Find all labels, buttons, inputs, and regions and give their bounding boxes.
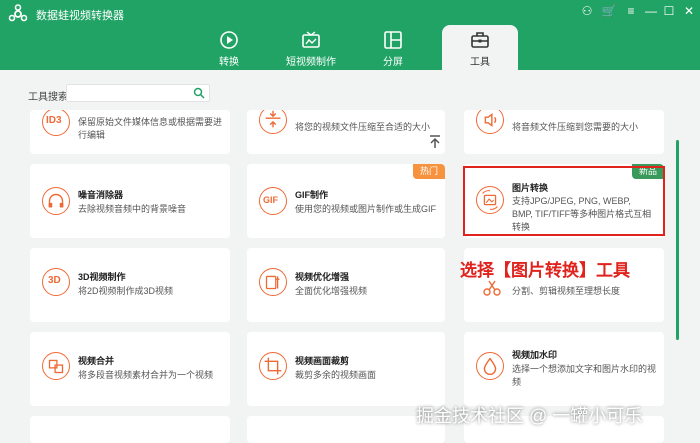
tool-card-denoise[interactable]: 噪音消除器 去除视频音频中的背景噪音 [30,164,230,238]
droplet-icon [476,352,504,380]
tab-toolbox[interactable]: 工具 [442,25,518,70]
tab-split-screen[interactable]: 分屏 [355,25,431,70]
card-desc: 全面优化增强视频 [295,286,368,296]
tab-short-video[interactable]: 短视频制作 [273,25,349,70]
card-desc: 将2D视频制作成3D视频 [78,286,174,296]
card-desc: 去除视频音频中的背景噪音 [78,204,187,214]
card-desc: 裁剪多余的视频画面 [295,370,377,380]
tool-card-gif[interactable]: 热门 GIF GIF制作 使用您的视频或图片制作或生成GIF [247,164,445,238]
close-icon[interactable]: ✕ [680,3,698,19]
search-box[interactable] [66,84,210,104]
search-icon[interactable] [193,87,205,99]
card-title: 视频画面裁剪 [295,356,350,366]
card-desc: 选择一个想添加文字和图片水印的视频 [512,364,657,387]
card-desc: 支持JPG/JPEG, PNG, WEBP, BMP, TIF/TIFF等多种图… [512,196,652,232]
card-desc: 将音频文件压缩到您需要的大小 [512,122,639,132]
scissors-icon [483,280,501,296]
image-convert-icon [476,186,504,214]
id3-icon: ID3 [42,110,70,136]
annotation-text: 选择【图片转换】工具 [460,261,630,280]
tool-card-merge[interactable]: 视频合并 将多段音视频素材合并为一个视频 [30,332,230,406]
tool-card-watermark[interactable]: 视频加水印 选择一个想添加文字和图片水印的视频 [464,332,664,406]
title-bar: 数据蛙视频转换器 ⚇ 🛒 ≡ — ☐ ✕ 转换 短视频制作 分屏 工具 [0,0,700,70]
card-title: 视频加水印 [512,350,558,360]
compress-icon [259,110,287,134]
hot-badge: 热门 [412,164,445,179]
tab-label: 短视频制作 [286,57,336,68]
toolbox-icon [471,32,489,48]
arrow-up-icon [430,135,440,148]
short-video-icon [302,31,320,48]
3d-icon: 3D [42,268,70,296]
audio-compress-icon [476,110,504,134]
search-label: 工具搜索: [28,92,71,103]
gif-icon: GIF [259,187,287,215]
tool-card-compress-audio[interactable]: 将音频文件压缩到您需要的大小 [464,110,664,154]
tool-card-compress-video[interactable]: 将您的视频文件压缩至合适的大小 [247,110,445,154]
tab-convert[interactable]: 转换 [191,25,267,70]
feedback-icon[interactable]: ⚇ [578,3,596,19]
tab-label: 分屏 [383,57,403,68]
card-title: 3D视频制作 [78,272,126,282]
card-title: 噪音消除器 [78,190,124,200]
scrollbar[interactable] [676,140,679,340]
app-title: 数据蛙视频转换器 [36,10,124,22]
headphone-icon [42,187,70,215]
search-input[interactable] [67,87,187,104]
enhance-icon [259,268,287,296]
maximize-icon[interactable]: ☐ [660,3,678,19]
split-screen-icon [384,31,402,49]
tool-card-image-convert[interactable]: 新品 图片转换 支持JPG/JPEG, PNG, WEBP, BMP, TIF/… [464,164,664,238]
card-title: 视频合并 [78,356,115,366]
card-title: 图片转换 [512,183,549,193]
menu-icon[interactable]: ≡ [622,3,640,19]
tab-label: 转换 [219,57,239,68]
merge-icon [42,352,70,380]
card-desc: 保留原始文件媒体信息或根据需要进行编辑 [78,117,223,140]
card-title: 视频优化增强 [295,272,350,282]
tool-card-3d[interactable]: 3D 3D视频制作 将2D视频制作成3D视频 [30,248,230,322]
new-badge: 新品 [631,164,664,179]
convert-icon [220,31,238,49]
tool-card-partial[interactable] [30,416,230,443]
card-title: GIF制作 [295,190,328,200]
card-desc: 将多段音视频素材合并为一个视频 [78,370,214,380]
card-desc: 将您的视频文件压缩至合适的大小 [295,122,431,132]
minimize-icon[interactable]: — [642,3,660,19]
tab-label: 工具 [470,57,490,68]
tool-card-id3[interactable]: ID3 保留原始文件媒体信息或根据需要进行编辑 [30,110,230,154]
card-desc: 分割、剪辑视频至理想长度 [512,286,621,296]
cart-icon[interactable]: 🛒 [600,3,618,19]
card-desc: 使用您的视频或图片制作或生成GIF [295,204,436,214]
back-to-top-button[interactable] [425,131,445,151]
app-logo-icon [8,4,28,22]
crop-icon [259,352,287,380]
tool-card-crop[interactable]: 视频画面裁剪 裁剪多余的视频画面 [247,332,445,406]
tool-card-enhance[interactable]: 视频优化增强 全面优化增强视频 [247,248,445,322]
watermark-text: 掘金技术社区 @ 一罐小可乐 [416,406,643,426]
